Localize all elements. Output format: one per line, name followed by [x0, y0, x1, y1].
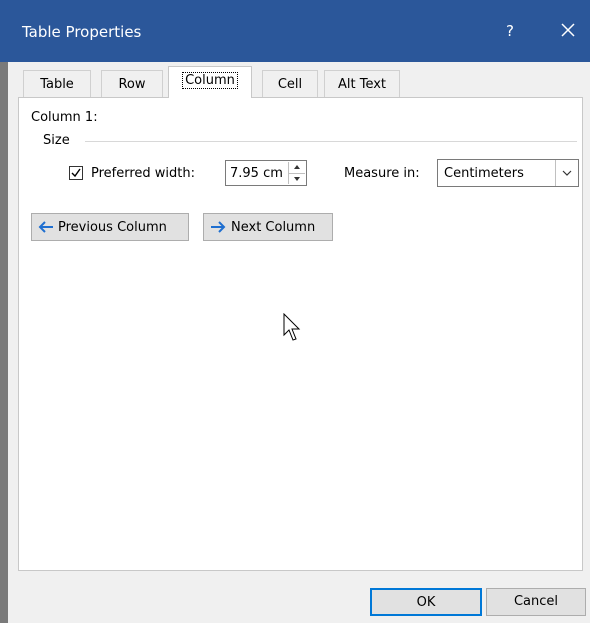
preferred-width-checkbox[interactable]: [69, 166, 83, 180]
help-button[interactable]: ?: [503, 22, 517, 40]
next-column-label: Next Column: [231, 220, 316, 235]
width-spinner[interactable]: [288, 162, 305, 184]
next-column-button[interactable]: Next Column: [203, 213, 333, 241]
measure-in-select[interactable]: Centimeters: [437, 159, 579, 187]
checkmark-icon: [71, 168, 81, 178]
tab-label: Cell: [277, 77, 303, 92]
size-group-label: Size: [43, 133, 70, 148]
width-value: 7.95 cm: [230, 166, 283, 181]
tab-strip: Table Row Column Cell Alt Text: [10, 66, 590, 98]
tab-table[interactable]: Table: [23, 70, 91, 98]
size-divider: [85, 141, 577, 142]
tab-label: Table: [40, 77, 74, 92]
previous-column-label: Previous Column: [58, 220, 167, 235]
tab-label: Row: [118, 77, 146, 92]
measure-in-label: Measure in:: [344, 166, 420, 181]
window-title: Table Properties: [22, 23, 142, 41]
window-border: [0, 62, 8, 623]
tab-cell[interactable]: Cell: [262, 70, 318, 98]
cancel-label: Cancel: [513, 594, 559, 609]
width-input[interactable]: 7.95 cm: [225, 160, 307, 186]
previous-column-button[interactable]: Previous Column: [31, 213, 189, 241]
tab-label: Column: [182, 72, 238, 89]
arrow-right-icon: [211, 221, 226, 233]
tab-column[interactable]: Column: [168, 66, 252, 98]
tab-row[interactable]: Row: [101, 70, 163, 98]
preferred-width-label: Preferred width:: [91, 166, 196, 181]
arrow-left-icon: [38, 221, 53, 233]
measure-in-value: Centimeters: [444, 166, 524, 181]
close-button[interactable]: [558, 20, 578, 40]
mouse-cursor-icon: [283, 313, 301, 341]
spin-up-icon[interactable]: [289, 162, 305, 173]
dialog-footer: OK Cancel: [8, 574, 590, 623]
chevron-down-icon[interactable]: [555, 160, 578, 186]
tab-label: Alt Text: [337, 77, 387, 92]
ok-label: OK: [416, 595, 436, 610]
close-icon: [561, 23, 575, 37]
tab-alt-text[interactable]: Alt Text: [324, 70, 400, 98]
column-heading: Column 1:: [31, 110, 98, 125]
ok-button[interactable]: OK: [370, 588, 482, 616]
spin-down-icon[interactable]: [289, 173, 305, 185]
cancel-button[interactable]: Cancel: [486, 588, 586, 616]
title-bar: Table Properties ?: [0, 0, 590, 62]
